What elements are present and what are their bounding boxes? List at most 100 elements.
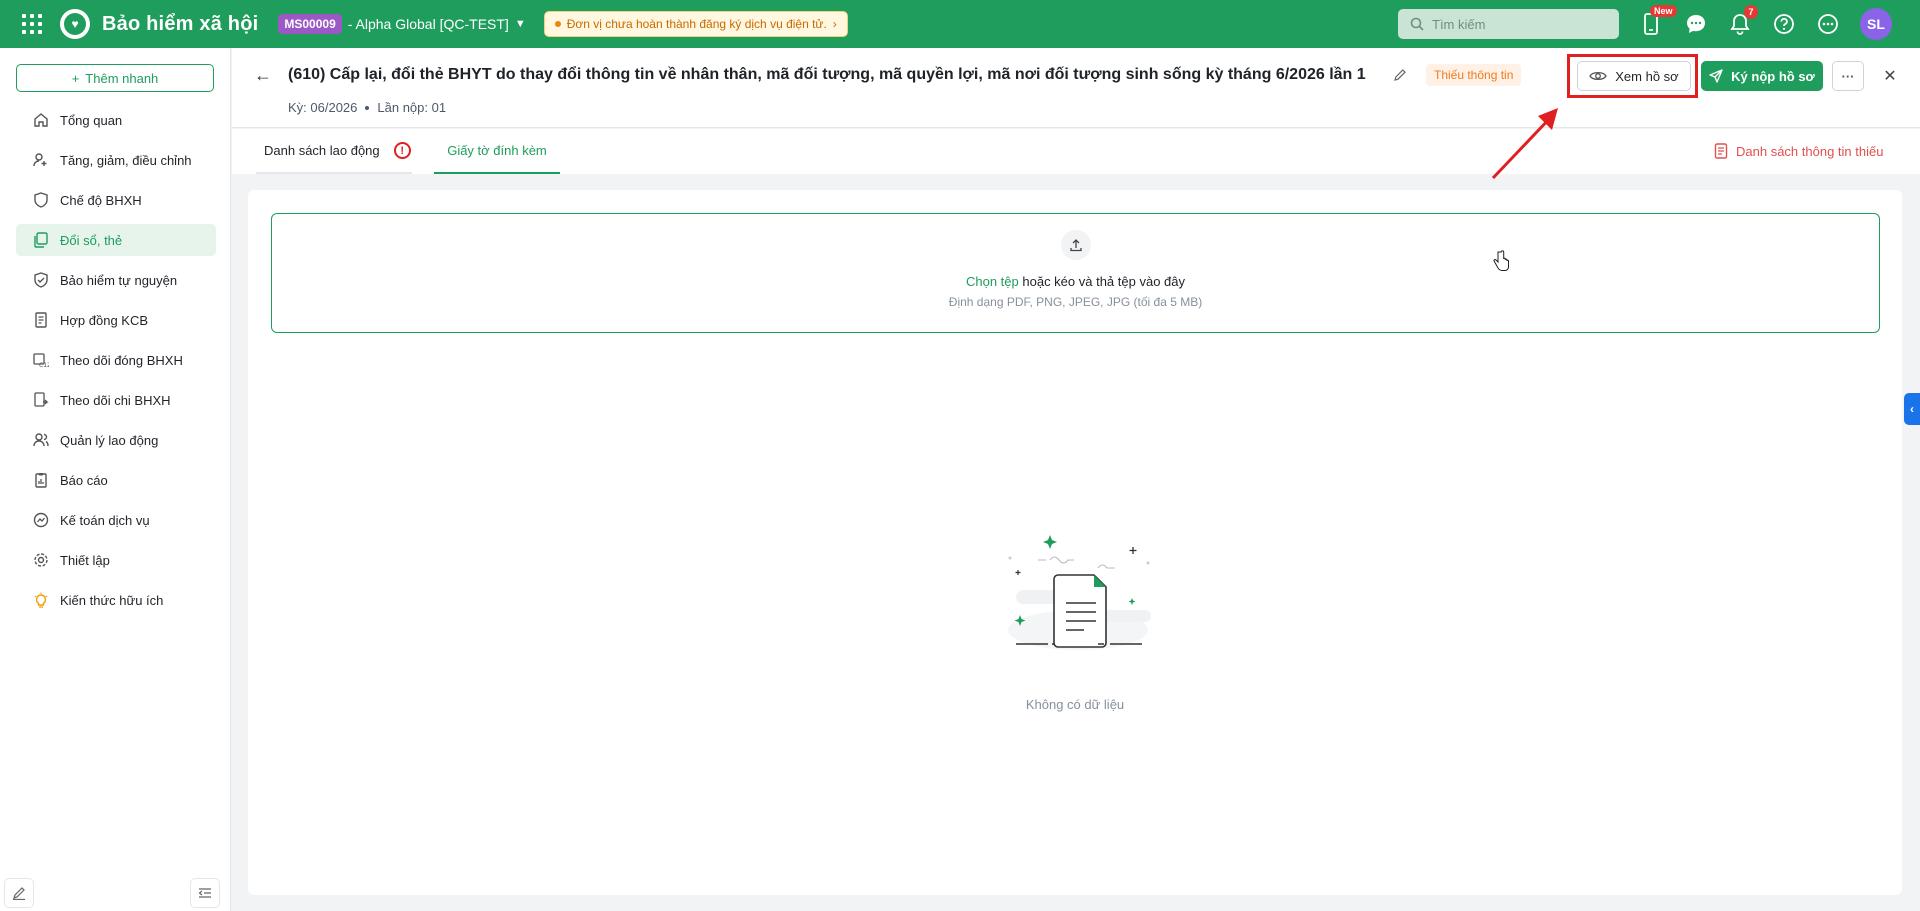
empty-state-illustration bbox=[1008, 535, 1151, 650]
sidebar-item-accounting-service[interactable]: Kế toán dịch vụ bbox=[16, 504, 216, 536]
sidebar-item-label: Hợp đồng KCB bbox=[60, 312, 149, 328]
home-icon bbox=[32, 111, 50, 129]
tab-label: Danh sách lao động bbox=[264, 143, 380, 158]
warning-icon: ! bbox=[393, 142, 411, 159]
sidebar-item-overview[interactable]: Tổng quan bbox=[16, 104, 216, 136]
choose-file-link[interactable]: Chọn tệp bbox=[966, 274, 1019, 289]
org-code-badge[interactable]: MS00009 bbox=[278, 14, 342, 34]
new-badge: New bbox=[1650, 5, 1677, 17]
missing-info-label: Danh sách thông tin thiếu bbox=[1736, 143, 1884, 159]
chat-icon[interactable] bbox=[1683, 11, 1709, 37]
attachments-panel: Chọn tệp hoặc kéo và thả tệp vào đây Địn… bbox=[248, 190, 1902, 895]
sidebar-item-label: Bảo hiểm tự nguyện bbox=[60, 272, 178, 288]
sidebar-item-label: Đổi sổ, thẻ bbox=[60, 232, 123, 248]
sign-submit-label: Ký nộp hồ sơ bbox=[1731, 68, 1815, 84]
svg-text:C12: C12 bbox=[39, 362, 49, 368]
missing-info-link[interactable]: Danh sách thông tin thiếu bbox=[1714, 143, 1883, 159]
sidebar-item-settings[interactable]: Thiết lập bbox=[16, 544, 216, 576]
edit-note-icon[interactable] bbox=[4, 878, 34, 908]
search-box[interactable] bbox=[1398, 9, 1619, 39]
separator-dot bbox=[365, 105, 370, 110]
tab-attachments[interactable]: Giấy tờ đính kèm bbox=[434, 129, 560, 174]
sidebar-item-benefits[interactable]: Chế độ BHXH bbox=[16, 184, 216, 216]
back-arrow-icon[interactable]: ← bbox=[254, 65, 272, 86]
annotation-arrow bbox=[1491, 108, 1558, 180]
file-format-hint: Định dạng PDF, PNG, JPEG, JPG (tối đa 5 … bbox=[948, 295, 1203, 309]
top-bar: ♥ Bảo hiểm xã hội MS00009 - Alpha Global… bbox=[0, 0, 1920, 48]
sidebar-item-knowledge[interactable]: Kiến thức hữu ích bbox=[16, 584, 216, 616]
gear-icon bbox=[32, 551, 50, 569]
pencil-icon[interactable] bbox=[1393, 68, 1407, 85]
sidebar-item-payment-tracking[interactable]: C12 Theo dõi đóng BHXH bbox=[16, 344, 216, 376]
sidebar-item-payout-tracking[interactable]: Theo dõi chi BHXH bbox=[16, 384, 216, 416]
close-icon[interactable]: ✕ bbox=[1876, 62, 1904, 90]
shield-heart-icon bbox=[32, 191, 50, 209]
page-title: (610) Cấp lại, đổi thẻ BHYT do thay đổi … bbox=[288, 66, 1366, 83]
sidebar-item-label: Kiến thức hữu ích bbox=[60, 592, 164, 608]
sidebar-item-voluntary-insurance[interactable]: Bảo hiểm tự nguyện bbox=[16, 264, 216, 296]
org-name[interactable]: - Alpha Global [QC-TEST] bbox=[348, 16, 509, 32]
sidebar-nav: Tổng quan Tăng, giảm, điều chỉnh Chế độ … bbox=[16, 104, 216, 624]
registration-alert[interactable]: Đơn vị chưa hoàn thành đăng ký dịch vụ đ… bbox=[543, 11, 848, 37]
empty-state-text: Không có dữ liệu bbox=[1025, 697, 1125, 712]
document-list-icon bbox=[1714, 143, 1728, 159]
period-text: Kỳ: 06/2026 bbox=[288, 100, 358, 115]
sidebar-item-label: Chế độ BHXH bbox=[60, 192, 142, 208]
collapse-sidebar-icon[interactable] bbox=[190, 878, 220, 908]
more-actions-button[interactable]: ··· bbox=[1832, 61, 1864, 91]
chevron-left-icon: ‹ bbox=[1910, 402, 1914, 416]
users-icon bbox=[32, 431, 50, 449]
payout-icon bbox=[32, 391, 50, 409]
sidebar-item-card-exchange[interactable]: Đổi sổ, thẻ bbox=[16, 224, 216, 256]
bulb-icon bbox=[32, 591, 50, 609]
chevron-right-icon: › bbox=[832, 17, 837, 31]
quick-add-label: Thêm nhanh bbox=[85, 70, 159, 86]
c12-icon: C12 bbox=[32, 351, 50, 369]
tabs-row: Danh sách lao động ! Giấy tờ đính kèm Da… bbox=[232, 129, 1920, 174]
search-icon bbox=[1410, 17, 1424, 31]
sidebar-item-labor-management[interactable]: Quản lý lao động bbox=[16, 424, 216, 456]
page-header: ← (610) Cấp lại, đổi thẻ BHYT do thay đổ… bbox=[232, 48, 1920, 128]
more-icon[interactable] bbox=[1815, 11, 1841, 37]
sidebar-item-label: Tăng, giảm, điều chỉnh bbox=[60, 152, 192, 168]
plus-icon: + bbox=[71, 70, 80, 86]
copy-card-icon bbox=[32, 231, 50, 249]
alert-text: Đơn vị chưa hoàn thành đăng ký dịch vụ đ… bbox=[566, 17, 827, 31]
help-icon[interactable] bbox=[1771, 11, 1797, 37]
app-logo[interactable]: ♥ bbox=[60, 9, 90, 39]
report-icon bbox=[32, 471, 50, 489]
apps-grid-icon[interactable] bbox=[22, 14, 42, 34]
sidebar-item-label: Báo cáo bbox=[60, 472, 108, 488]
send-icon bbox=[1709, 69, 1723, 83]
status-badge: Thiếu thông tin bbox=[1426, 64, 1522, 86]
sidebar-item-kcb-contract[interactable]: Hợp đồng KCB bbox=[16, 304, 216, 336]
sidebar-item-label: Quản lý lao động bbox=[60, 432, 159, 448]
tab-labor-list[interactable]: Danh sách lao động ! bbox=[256, 129, 412, 174]
alert-dot-icon bbox=[554, 21, 561, 27]
search-input[interactable] bbox=[1432, 16, 1602, 32]
contract-icon bbox=[32, 311, 50, 329]
hand-cursor-icon bbox=[1493, 250, 1509, 271]
tab-label: Giấy tờ đính kèm bbox=[447, 143, 547, 158]
drag-drop-text: hoặc kéo và thả tệp vào đây bbox=[1022, 274, 1185, 289]
chevron-down-icon[interactable]: ▼ bbox=[515, 18, 526, 30]
sidebar: + Thêm nhanh Tổng quan Tăng, giảm, điều … bbox=[0, 48, 231, 911]
file-drop-zone[interactable]: Chọn tệp hoặc kéo và thả tệp vào đây Địn… bbox=[271, 213, 1880, 333]
sidebar-item-reports[interactable]: Báo cáo bbox=[16, 464, 216, 496]
page-meta: Kỳ: 06/2026 Lần nộp: 01 bbox=[288, 100, 446, 115]
quick-add-button[interactable]: + Thêm nhanh bbox=[16, 64, 214, 92]
expand-panel-handle[interactable]: ‹ bbox=[1904, 393, 1920, 425]
user-adjust-icon bbox=[32, 151, 50, 169]
user-avatar[interactable]: SL bbox=[1860, 8, 1892, 40]
sidebar-item-label: Tổng quan bbox=[60, 112, 123, 128]
sign-submit-button[interactable]: Ký nộp hồ sơ bbox=[1701, 61, 1823, 91]
sidebar-item-label: Thiết lập bbox=[60, 552, 110, 568]
annotation-highlight-box bbox=[1567, 54, 1698, 98]
upload-icon bbox=[1060, 230, 1091, 260]
submission-text: Lần nộp: 01 bbox=[377, 100, 447, 115]
sidebar-item-adjustments[interactable]: Tăng, giảm, điều chỉnh bbox=[16, 144, 216, 176]
sidebar-item-label: Kế toán dịch vụ bbox=[60, 512, 150, 528]
ellipsis-icon: ··· bbox=[1841, 68, 1855, 84]
sidebar-item-label: Theo dõi đóng BHXH bbox=[60, 352, 183, 368]
sidebar-item-label: Theo dõi chi BHXH bbox=[60, 392, 171, 408]
